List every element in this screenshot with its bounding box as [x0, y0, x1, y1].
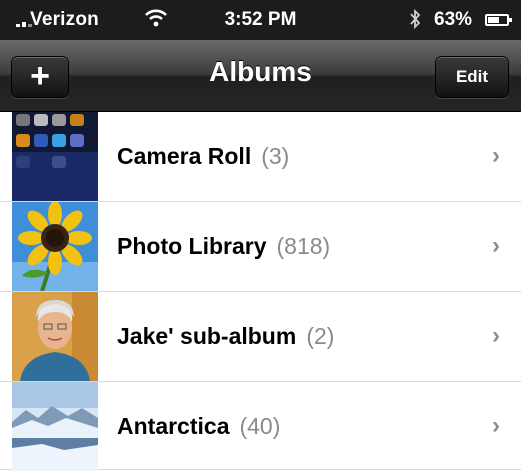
album-name: Antarctica: [117, 413, 230, 439]
album-count: (40): [239, 413, 281, 439]
battery-icon: [485, 14, 512, 26]
sunflower-thumbnail: [12, 202, 98, 291]
album-row-antarctica[interactable]: Antarctica (40) ›: [0, 382, 521, 471]
album-count: (818): [276, 233, 331, 259]
status-bar: Verizon 3:52 PM 63%: [0, 0, 521, 40]
battery-percentage: 63%: [434, 9, 473, 30]
album-list: Camera Roll (3) › Photo Library (818) › …: [0, 112, 521, 471]
album-count: (3): [261, 143, 290, 169]
album-name: Camera Roll: [117, 143, 252, 169]
chevron-right-icon: ›: [492, 232, 500, 259]
portrait-thumbnail: [12, 292, 98, 381]
album-row-camera-roll[interactable]: Camera Roll (3) ›: [0, 112, 521, 202]
album-title: Photo Library (818): [117, 233, 330, 260]
edit-button[interactable]: Edit: [435, 56, 509, 98]
bluetooth-icon: [408, 8, 422, 35]
chevron-right-icon: ›: [492, 142, 500, 169]
navigation-bar: + Albums Edit: [0, 40, 521, 112]
camera-roll-thumbnail: [12, 112, 98, 201]
chevron-right-icon: ›: [492, 322, 500, 349]
album-name: Photo Library: [117, 233, 267, 259]
album-title: Jake' sub-album (2): [117, 323, 334, 350]
album-title: Antarctica (40): [117, 413, 280, 440]
chevron-right-icon: ›: [492, 412, 500, 439]
album-title: Camera Roll (3): [117, 143, 289, 170]
album-name: Jake' sub-album: [117, 323, 297, 349]
album-count: (2): [306, 323, 335, 349]
glacier-thumbnail: [12, 382, 98, 471]
album-row-photo-library[interactable]: Photo Library (818) ›: [0, 202, 521, 292]
album-row-jake-sub-album[interactable]: Jake' sub-album (2) ›: [0, 292, 521, 382]
